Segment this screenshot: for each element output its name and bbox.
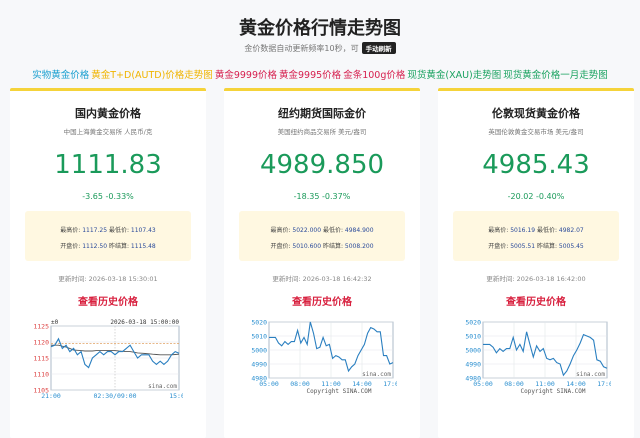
y-tick-label: 1120 xyxy=(33,339,49,347)
history-link[interactable]: 查看历史价格 xyxy=(224,293,420,308)
x-tick-label: 02:30/09:00 xyxy=(93,392,136,400)
price-stats: 最高价: 5016.19 最低价: 4982.07 开盘价: 5005.51 昨… xyxy=(453,211,619,261)
price-chart[interactable]: 1125112011151110110521:00 02:30/09:00 15:0… xyxy=(33,316,183,408)
subtitle: 金价数据自动更新频率10秒，可 手动刷新 xyxy=(0,42,640,54)
history-link[interactable]: 查看历史价格 xyxy=(438,293,634,308)
open-label: 开盘价: xyxy=(488,243,509,250)
y-tick-label: 4990 xyxy=(465,361,481,369)
card-source: 中国上海黄金交易所 人民币/克 xyxy=(63,128,153,136)
current-price: 1111.83 xyxy=(54,150,162,180)
y-tick-label: 5000 xyxy=(465,347,481,355)
nav-link[interactable]: 现货黄金(XAU)走势图 xyxy=(407,70,501,81)
refresh-button[interactable]: 手动刷新 xyxy=(361,42,396,54)
y-tick-label: 5020 xyxy=(465,319,481,327)
x-tick-label: 14:00 xyxy=(352,380,372,388)
y-tick-label: 5010 xyxy=(465,333,481,341)
high-label: 最高价: xyxy=(270,227,291,234)
x-tick-label: 08:00 xyxy=(290,380,310,388)
card-title: 国内黄金价格 xyxy=(75,107,141,120)
watermark: sina.com xyxy=(148,383,177,390)
high-value: 5022.000 xyxy=(292,227,322,234)
x-tick-label: 17:00 xyxy=(597,380,611,388)
open-label: 开盘价: xyxy=(270,243,291,250)
nav-link[interactable]: 黄金9995价格 xyxy=(279,70,341,81)
update-time: 更新时间: 2026-03-18 15:30:01 xyxy=(58,275,158,283)
price-card: 伦敦现货黄金价格 英国伦敦黄金交易市场 美元/盎司 4985.43 -20.02… xyxy=(438,88,634,438)
x-tick-label: 05:00 xyxy=(473,380,493,388)
nav-link[interactable]: 金条100g价格 xyxy=(343,70,405,81)
chart-copyright: Copyright SINA.COM xyxy=(520,388,585,395)
card-title: 伦敦现货黄金价格 xyxy=(492,107,580,120)
high-label: 最高价: xyxy=(488,227,509,234)
y-tick-label: 1110 xyxy=(33,371,49,379)
high-value: 5016.19 xyxy=(510,227,536,234)
prev-settle-value: 1115.48 xyxy=(130,243,156,250)
prev-settle-value: 5005.45 xyxy=(558,243,584,250)
y-tick-label: 5020 xyxy=(251,319,267,327)
price-stats: 最高价: 1117.25 最低价: 1107.43 开盘价: 1112.50 昨… xyxy=(25,211,191,261)
card-source: 英国伦敦黄金交易市场 美元/盎司 xyxy=(488,128,584,136)
prev-settle-label: 昨结算: xyxy=(322,243,343,250)
x-tick-label: 11:00 xyxy=(535,380,555,388)
price-chart[interactable]: 5020501050004990498005:00 08:00 11:00 14:00… xyxy=(247,316,397,408)
nav-link[interactable]: 黄金9999价格 xyxy=(215,70,277,81)
nav-link[interactable]: 实物黄金价格 xyxy=(32,70,89,81)
card-source: 美国纽约商品交易所 美元/盎司 xyxy=(277,128,367,136)
low-value: 1107.43 xyxy=(130,227,156,234)
open-value: 1112.50 xyxy=(82,243,108,250)
open-value: 5010.600 xyxy=(292,243,322,250)
low-value: 4982.07 xyxy=(558,227,584,234)
nav-links: 实物黄金价格 黄金T+D(AUTD)价格走势图 黄金9999价格 黄金9995价格 金条… xyxy=(0,67,640,81)
high-label: 最高价: xyxy=(60,227,81,234)
watermark: sina.com xyxy=(576,371,605,378)
price-card: 国内黄金价格 中国上海黄金交易所 人民币/克 1111.83 -3.65 -0.… xyxy=(10,88,206,438)
x-tick-label: 15:00 xyxy=(169,392,183,400)
refresh-note: 金价数据自动更新频率10秒，可 xyxy=(244,44,359,53)
low-label: 最低价: xyxy=(536,227,557,234)
x-tick-label: 08:00 xyxy=(504,380,524,388)
prev-settle-label: 昨结算: xyxy=(108,243,129,250)
y-tick-label: 5010 xyxy=(251,333,267,341)
nav-link[interactable]: 黄金T+D(AUTD)价格走势图 xyxy=(91,70,213,81)
update-time: 更新时间: 2026-03-18 16:42:00 xyxy=(486,275,586,283)
update-time: 更新时间: 2026-03-18 16:42:32 xyxy=(272,275,372,283)
price-change: -18.35 -0.37% xyxy=(293,192,351,201)
prev-settle-label: 昨结算: xyxy=(536,243,557,250)
low-label: 最低价: xyxy=(322,227,343,234)
low-label: 最低价: xyxy=(108,227,129,234)
nav-link[interactable]: 现货黄金价格一月走势图 xyxy=(503,70,608,81)
x-tick-label: 17:00 xyxy=(383,380,397,388)
history-link[interactable]: 查看历史价格 xyxy=(10,293,206,308)
x-tick-label: 21:00 xyxy=(41,392,61,400)
prev-settle-value: 5008.200 xyxy=(344,243,374,250)
open-label: 开盘价: xyxy=(60,243,81,250)
y-tick-label: 5000 xyxy=(251,347,267,355)
low-value: 4984.900 xyxy=(344,227,374,234)
price-chart[interactable]: 5020501050004990498005:00 08:00 11:00 14:00… xyxy=(461,316,611,408)
price-change: -20.02 -0.40% xyxy=(507,192,565,201)
high-value: 1117.25 xyxy=(82,227,108,234)
open-value: 5005.51 xyxy=(510,243,536,250)
chart-copyright: Copyright SINA.COM xyxy=(306,388,371,395)
current-price: 4985.43 xyxy=(482,150,590,180)
price-change: -3.65 -0.33% xyxy=(82,192,134,201)
chart-header-left: ±0 xyxy=(51,319,59,326)
y-tick-label: 1125 xyxy=(33,323,49,331)
x-tick-label: 11:00 xyxy=(321,380,341,388)
page-title: 黄金价格行情走势图 xyxy=(239,18,401,39)
price-stats: 最高价: 5022.000 最低价: 4984.900 开盘价: 5010.60… xyxy=(239,211,405,261)
x-tick-label: 05:00 xyxy=(259,380,279,388)
price-card: 纽约期货国际金价 美国纽约商品交易所 美元/盎司 4989.850 -18.35… xyxy=(224,88,420,438)
card-title: 纽约期货国际金价 xyxy=(278,107,366,120)
y-tick-label: 1115 xyxy=(33,355,49,363)
x-tick-label: 14:00 xyxy=(566,380,586,388)
chart-timestamp: 2026-03-18 15:00:00 xyxy=(110,319,179,326)
y-tick-label: 4990 xyxy=(251,361,267,369)
watermark: sina.com xyxy=(362,371,391,378)
current-price: 4989.850 xyxy=(259,150,385,180)
